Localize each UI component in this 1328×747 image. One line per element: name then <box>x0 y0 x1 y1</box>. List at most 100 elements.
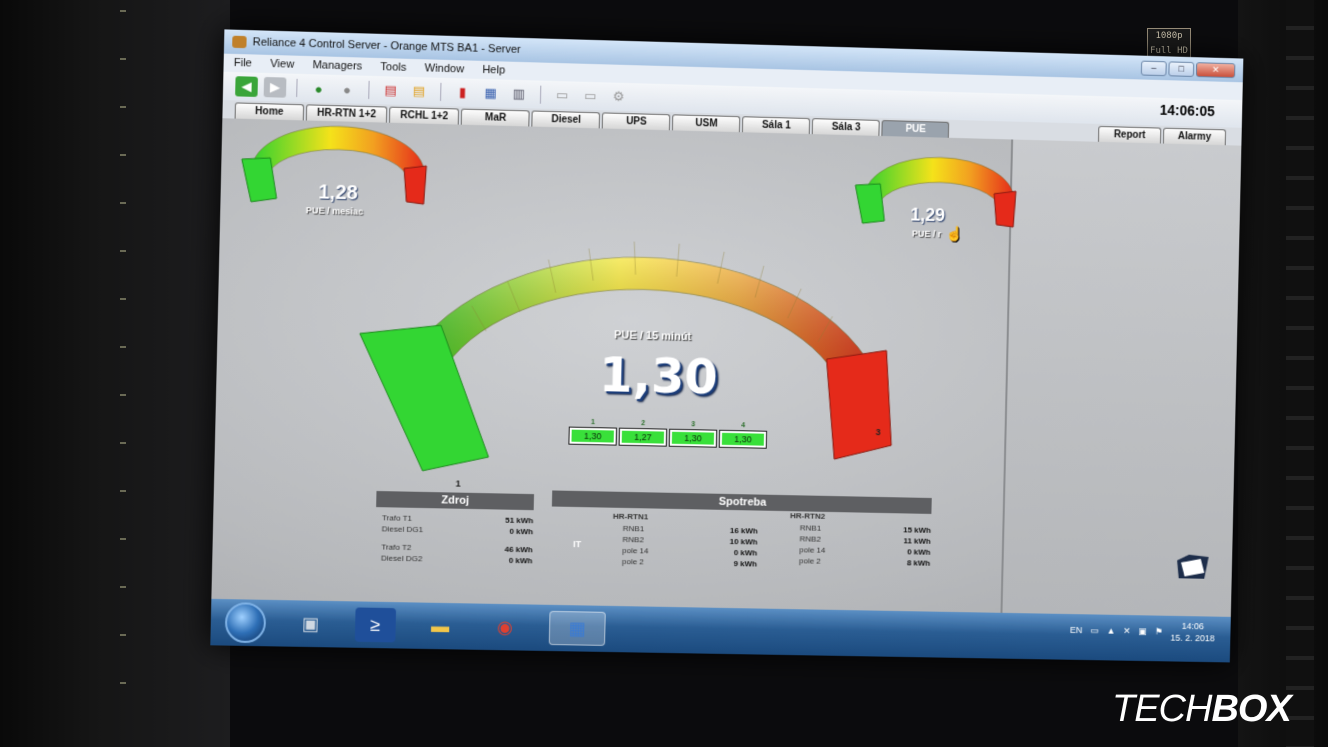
chrome-icon[interactable]: ◉ <box>484 610 525 645</box>
tab-sala-3[interactable]: Sála 3 <box>812 118 881 136</box>
row-label: pole 2 <box>798 556 821 566</box>
month-gauge-end-block <box>403 165 426 204</box>
forward-icon[interactable]: ▶ <box>263 76 287 98</box>
row-label: pole 14 <box>622 545 649 556</box>
zdroj-header: Zdroj <box>376 490 535 511</box>
tab-report[interactable]: Report <box>1097 125 1162 144</box>
watermark-part-a: TECH <box>1112 688 1212 730</box>
volume-muted-icon[interactable]: ✕ <box>1123 625 1131 636</box>
menu-file[interactable]: File <box>234 57 252 70</box>
print-preview-icon[interactable]: ▥ <box>508 84 531 105</box>
report-icon[interactable]: ▦ <box>479 83 502 104</box>
sub-value-index: 1 <box>590 419 596 427</box>
sub-value-index: 3 <box>691 421 696 429</box>
powershell-icon[interactable]: ≥ <box>354 607 397 643</box>
server-manager-icon[interactable]: ▣ <box>290 606 331 641</box>
sub-value-1: 1 1,30 <box>568 419 617 446</box>
mouse-cursor-icon: ☝ <box>945 225 964 242</box>
chart-icon[interactable]: ▮ <box>451 82 474 103</box>
menu-window[interactable]: Window <box>424 62 464 75</box>
row-label: Trafo T1 <box>381 513 413 523</box>
user-logout-icon[interactable]: ● <box>336 79 359 100</box>
print-icon[interactable]: ▭ <box>551 85 574 106</box>
back-icon[interactable]: ◀ <box>235 76 258 97</box>
tab-diesel[interactable]: Diesel <box>531 110 601 129</box>
reliance-4-taskbar-icon[interactable]: ▦ <box>548 610 606 646</box>
alarm-warning-icon[interactable]: ▤ <box>408 81 431 102</box>
main-gauge-max-label: 3 <box>875 427 881 438</box>
main-gauge-min-label: 1 <box>455 478 461 489</box>
techbox-watermark: TECHBOX <box>1112 688 1292 731</box>
row-value: 0 kWh <box>733 548 758 558</box>
month-gauge-value: 1,28 <box>318 181 359 205</box>
tab-ups[interactable]: UPS <box>602 112 671 131</box>
close-button[interactable]: ✕ <box>1195 61 1236 78</box>
sub-value-reading: 1,30 <box>568 426 617 446</box>
main-gauge-label: PUE / 15 minút <box>613 329 692 344</box>
file-explorer-icon[interactable]: ▬ <box>420 609 461 644</box>
action-center-flag-icon[interactable]: ⚑ <box>1155 626 1163 637</box>
year-gauge-start-block <box>855 183 886 224</box>
group-title-hr-rtn2: HR-RTN2 <box>790 511 826 521</box>
tab-alarmy[interactable]: Alarmy <box>1162 127 1227 146</box>
window-controls: – □ ✕ <box>1140 60 1236 78</box>
main-gauge-value: 1,30 <box>598 346 719 406</box>
row-label: pole 14 <box>799 545 826 555</box>
menu-help[interactable]: Help <box>482 64 505 77</box>
open-folder-icon[interactable] <box>1175 550 1211 582</box>
row-value: 11 kWh <box>903 536 931 546</box>
row-label: RNB2 <box>799 534 821 544</box>
year-gauge-value: 1,29 <box>910 204 946 226</box>
alarm-doc-icon[interactable]: ▤ <box>379 80 402 101</box>
sub-value-reading: 1,27 <box>618 427 668 447</box>
tab-pue[interactable]: PUE <box>881 120 950 138</box>
row-label: Diesel DG2 <box>380 553 423 564</box>
settings-icon[interactable]: ⚙ <box>607 86 630 107</box>
reliance-app-icon <box>232 35 247 49</box>
start-button[interactable] <box>224 602 267 644</box>
menu-view[interactable]: View <box>270 58 294 71</box>
server-clock: 14:06:05 <box>1159 101 1215 120</box>
row-value: 8 kWh <box>906 558 931 568</box>
minimize-button[interactable]: – <box>1140 60 1167 76</box>
show-hidden-icons-icon[interactable]: ▲ <box>1106 626 1115 636</box>
language-indicator[interactable]: EN <box>1070 625 1083 635</box>
tab-mar[interactable]: MaR <box>461 108 531 127</box>
maximize-button[interactable]: □ <box>1168 60 1195 77</box>
tab-home[interactable]: Home <box>234 102 305 121</box>
toolbar-separator <box>440 82 442 101</box>
network-icon[interactable]: ▣ <box>1138 626 1147 637</box>
tab-rchl[interactable]: RCHL 1+2 <box>389 106 460 125</box>
zdroj-row: Diesel DG1 0 kWh <box>382 524 534 538</box>
monitor-screen: Reliance 4 Control Server - Orange MTS B… <box>210 29 1244 663</box>
sub-value-reading: 1,30 <box>668 428 718 448</box>
pue-dashboard: PUE / mesiac 1,28 PUE / r 1,29 ☝ PUE / 1… <box>211 118 1242 617</box>
year-gauge-end-block <box>993 191 1016 227</box>
keyboard-icon[interactable]: ▭ <box>1090 625 1099 636</box>
hr-rtn2-rows: RNB1 15 kWh RNB2 11 kWh pole 14 0 kWh pole … <box>799 523 931 569</box>
tab-sala-1[interactable]: Sála 1 <box>742 116 811 135</box>
badge-line1: 1080p <box>1155 31 1183 41</box>
zdroj-rows: Trafo T1 51 kWh Diesel DG1 0 kWh Trafo T2 4… <box>381 513 534 567</box>
row-value: 0 kWh <box>907 547 931 557</box>
tab-usm[interactable]: USM <box>672 114 741 133</box>
sub-value-3: 3 1,30 <box>668 421 718 448</box>
monitor-bezel-left <box>0 0 230 747</box>
hr-rtn1-rows: RNB1 16 kWh RNB2 10 kWh pole 14 0 kWh pole … <box>622 524 758 571</box>
menu-managers[interactable]: Managers <box>312 59 362 72</box>
print-setup-icon[interactable]: ▭ <box>579 86 602 107</box>
row-value: 9 kWh <box>733 559 758 569</box>
tray-clock[interactable]: 14:06 15. 2. 2018 <box>1170 620 1215 645</box>
rack-rail <box>120 10 128 730</box>
toolbar-separator <box>296 78 298 98</box>
sub-value-index: 4 <box>741 422 746 430</box>
menu-tools[interactable]: Tools <box>380 61 406 74</box>
sub-values: 1 1,30 2 1,27 3 1,30 4 1,30 <box>568 419 768 449</box>
tray-time: 14:06 <box>1181 620 1204 632</box>
row-value: 16 kWh <box>729 526 758 536</box>
row-label: RNB1 <box>622 523 645 534</box>
sub-value-reading: 1,30 <box>718 429 768 449</box>
row-value: 0 kWh <box>509 526 534 537</box>
row-label: RNB1 <box>799 523 822 533</box>
user-login-icon[interactable]: ● <box>307 78 330 99</box>
